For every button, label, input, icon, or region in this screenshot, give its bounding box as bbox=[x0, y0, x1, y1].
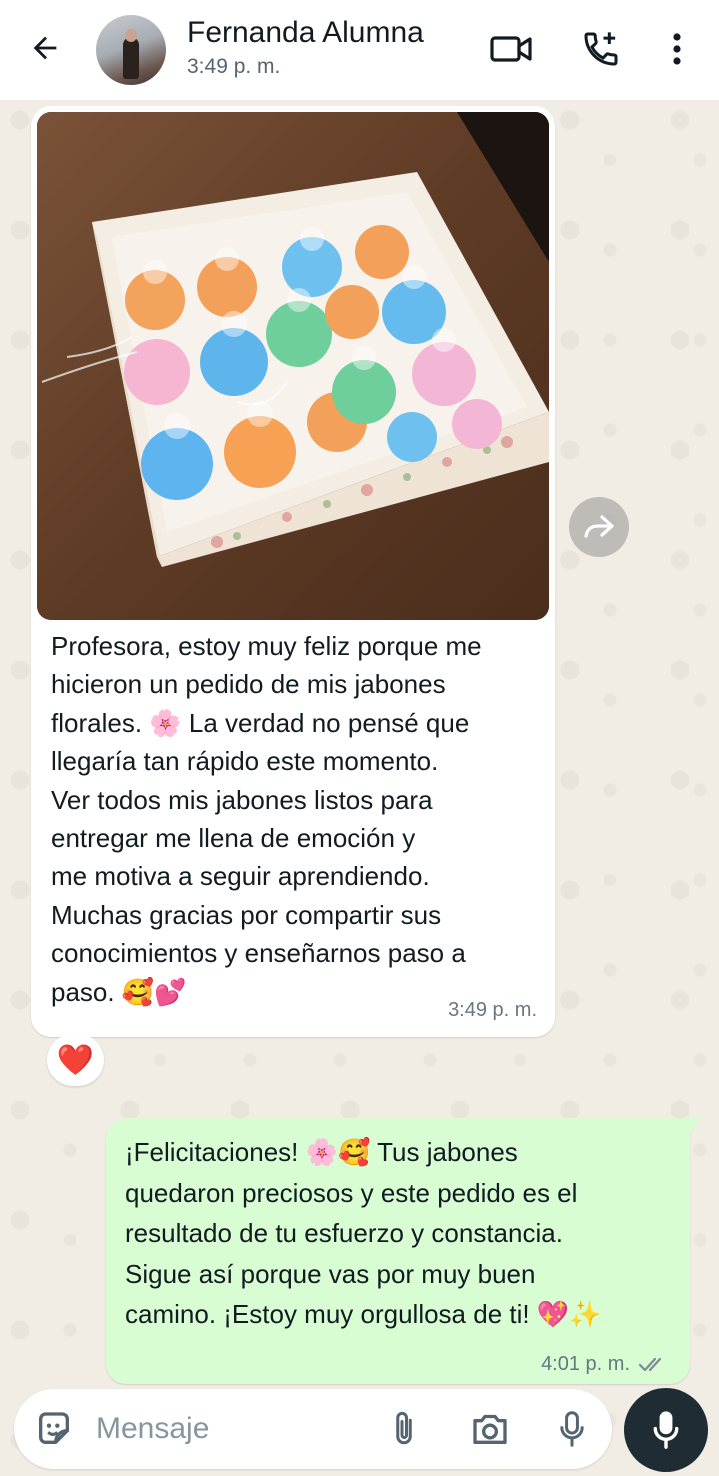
message-input[interactable] bbox=[96, 1405, 366, 1453]
add-call-icon bbox=[584, 32, 618, 66]
add-call-button[interactable] bbox=[578, 28, 624, 70]
attach-button[interactable] bbox=[384, 1409, 424, 1449]
avatar[interactable] bbox=[96, 15, 166, 85]
message-composer bbox=[14, 1389, 612, 1469]
camera-icon bbox=[473, 1414, 507, 1444]
outgoing-message-time: 4:01 p. m. bbox=[541, 1353, 630, 1375]
more-vertical-icon bbox=[673, 33, 681, 65]
contact-info[interactable]: Fernanda Alumna 3:49 p. m. bbox=[187, 15, 424, 79]
paperclip-icon bbox=[396, 1411, 412, 1445]
outgoing-message-text: ¡Felicitaciones! 🌸🥰 Tus jabones quedaron… bbox=[125, 1137, 602, 1329]
sticker-icon bbox=[39, 1412, 69, 1444]
outgoing-message[interactable]: ¡Felicitaciones! 🌸🥰 Tus jabones quedaron… bbox=[106, 1118, 702, 1384]
camera-button[interactable] bbox=[470, 1409, 510, 1449]
forward-button[interactable] bbox=[569, 497, 629, 557]
record-voice-button[interactable] bbox=[624, 1388, 708, 1472]
message-image[interactable] bbox=[37, 112, 549, 620]
voice-input-button[interactable] bbox=[552, 1409, 592, 1449]
outgoing-message-meta: 4:01 p. m. bbox=[541, 1353, 668, 1376]
contact-name: Fernanda Alumna bbox=[187, 16, 424, 49]
incoming-message[interactable]: Profesora, estoy muy feliz porque me hic… bbox=[31, 106, 555, 1037]
double-check-icon bbox=[638, 1357, 662, 1371]
incoming-message-time: 3:49 p. m. bbox=[448, 999, 537, 1021]
heart-reaction: ❤️ bbox=[56, 1042, 95, 1078]
microphone-icon bbox=[653, 1411, 679, 1449]
video-call-icon bbox=[490, 36, 532, 62]
back-button[interactable] bbox=[22, 28, 68, 68]
forward-icon bbox=[584, 515, 614, 538]
emoji-sticker-button[interactable] bbox=[34, 1409, 76, 1451]
reaction-badge[interactable]: ❤️ bbox=[47, 1034, 104, 1086]
incoming-message-text: Profesora, estoy muy feliz porque me hic… bbox=[51, 631, 482, 1007]
soap-box-photo bbox=[37, 112, 549, 620]
contact-status: 3:49 p. m. bbox=[187, 55, 281, 78]
microphone-icon bbox=[560, 1411, 584, 1447]
chat-header: Fernanda Alumna 3:49 p. m. bbox=[0, 0, 719, 100]
more-options-button[interactable] bbox=[654, 28, 700, 70]
video-call-button[interactable] bbox=[488, 28, 534, 70]
arrow-left-icon bbox=[33, 36, 57, 60]
